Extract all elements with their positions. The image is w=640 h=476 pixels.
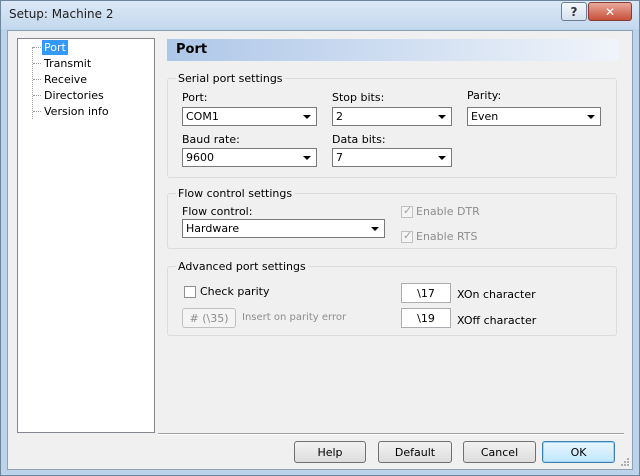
data-bits-label: Data bits:	[332, 133, 386, 146]
xoff-char-value: \19	[417, 312, 435, 325]
baud-rate-label: Baud rate:	[182, 133, 240, 146]
checkmark-icon: ✓	[403, 204, 413, 217]
data-bits-select[interactable]: 7	[332, 148, 452, 167]
setup-dialog: Setup: Machine 2 ? ✕ Port Transmit Recei…	[0, 0, 640, 476]
enable-rts-checkbox[interactable]: ✓	[401, 229, 413, 243]
tree-connector	[33, 79, 41, 80]
default-button[interactable]: Default	[378, 441, 452, 463]
settings-tree[interactable]: Port Transmit Receive Directories Versio…	[17, 38, 155, 433]
stop-bits-select[interactable]: 2	[332, 107, 452, 126]
flow-control-value: Hardware	[186, 222, 240, 235]
serial-port-group-label: Serial port settings	[176, 72, 285, 85]
default-button-label: Default	[394, 446, 436, 459]
chevron-down-icon	[303, 115, 311, 119]
help-button-label: Help	[317, 446, 343, 459]
xon-char-value: \17	[417, 287, 435, 300]
parity-error-char-value: # (\35)	[189, 312, 229, 325]
tree-connector	[33, 63, 41, 64]
chevron-down-icon	[303, 156, 311, 160]
title-bar[interactable]: Setup: Machine 2 ? ✕	[1, 1, 639, 29]
help-title-button[interactable]: ?	[561, 2, 587, 21]
flow-control-group-label: Flow control settings	[176, 187, 295, 200]
ok-button[interactable]: OK	[542, 441, 615, 463]
tree-item-receive[interactable]: Receive	[42, 72, 89, 87]
parity-label: Parity:	[467, 89, 502, 102]
help-button[interactable]: Help	[294, 441, 366, 463]
xon-char-label: XOn character	[457, 288, 536, 301]
parity-select[interactable]: Even	[467, 107, 601, 126]
tree-item-port[interactable]: Port	[42, 40, 68, 55]
close-button[interactable]: ✕	[588, 2, 632, 21]
port-value: COM1	[186, 110, 219, 123]
tree-item-transmit[interactable]: Transmit	[42, 56, 93, 71]
serial-port-group: Serial port settings Port: COM1 Stop bit…	[167, 72, 617, 178]
baud-rate-select[interactable]: 9600	[182, 148, 317, 167]
tree-connector	[33, 95, 41, 96]
tree-connector	[33, 47, 41, 48]
question-icon: ?	[570, 4, 578, 19]
stop-bits-value: 2	[336, 110, 343, 123]
port-select[interactable]: COM1	[182, 107, 317, 126]
advanced-port-group: Advanced port settings Check parity # (\…	[167, 260, 617, 336]
chevron-down-icon	[587, 115, 595, 119]
check-parity-checkbox[interactable]	[184, 286, 196, 298]
stop-bits-label: Stop bits:	[332, 91, 385, 104]
parity-value: Even	[471, 110, 499, 123]
flow-control-label: Flow control:	[182, 205, 253, 218]
enable-dtr-label: Enable DTR	[416, 205, 480, 218]
tree-connector	[32, 47, 33, 119]
checkmark-icon: ✓	[403, 229, 413, 242]
tree-connector	[33, 111, 41, 112]
check-parity-label: Check parity	[200, 285, 270, 298]
xon-char-input[interactable]: \17	[401, 283, 451, 303]
baud-rate-value: 9600	[186, 151, 214, 164]
advanced-port-group-label: Advanced port settings	[176, 260, 308, 273]
flow-control-select[interactable]: Hardware	[182, 219, 385, 238]
button-separator	[158, 433, 624, 435]
parity-error-char-button[interactable]: # (\35)	[182, 308, 236, 328]
enable-dtr-checkbox[interactable]: ✓	[401, 204, 413, 218]
chevron-down-icon	[438, 115, 446, 119]
tree-item-version-info[interactable]: Version info	[42, 104, 111, 119]
cancel-button-label: Cancel	[480, 446, 519, 459]
ok-button-label: OK	[570, 446, 587, 459]
flow-control-group: Flow control settings Flow control: Hard…	[167, 187, 617, 249]
xoff-char-input[interactable]: \19	[401, 308, 451, 328]
port-label: Port:	[182, 91, 208, 104]
tree-item-directories[interactable]: Directories	[42, 88, 106, 103]
data-bits-value: 7	[336, 151, 343, 164]
cancel-button[interactable]: Cancel	[463, 441, 536, 463]
chevron-down-icon	[371, 227, 379, 231]
enable-rts-label: Enable RTS	[416, 230, 478, 243]
page-title: Port	[176, 42, 208, 57]
parity-error-label: Insert on parity error	[242, 312, 347, 323]
resize-grip-icon[interactable]	[620, 457, 630, 467]
close-icon: ✕	[604, 4, 616, 19]
dialog-client-area: Port Transmit Receive Directories Versio…	[7, 30, 633, 470]
xoff-char-label: XOff character	[457, 314, 537, 327]
page-header: Port	[167, 39, 619, 61]
window-title: Setup: Machine 2	[9, 7, 114, 21]
chevron-down-icon	[438, 156, 446, 160]
